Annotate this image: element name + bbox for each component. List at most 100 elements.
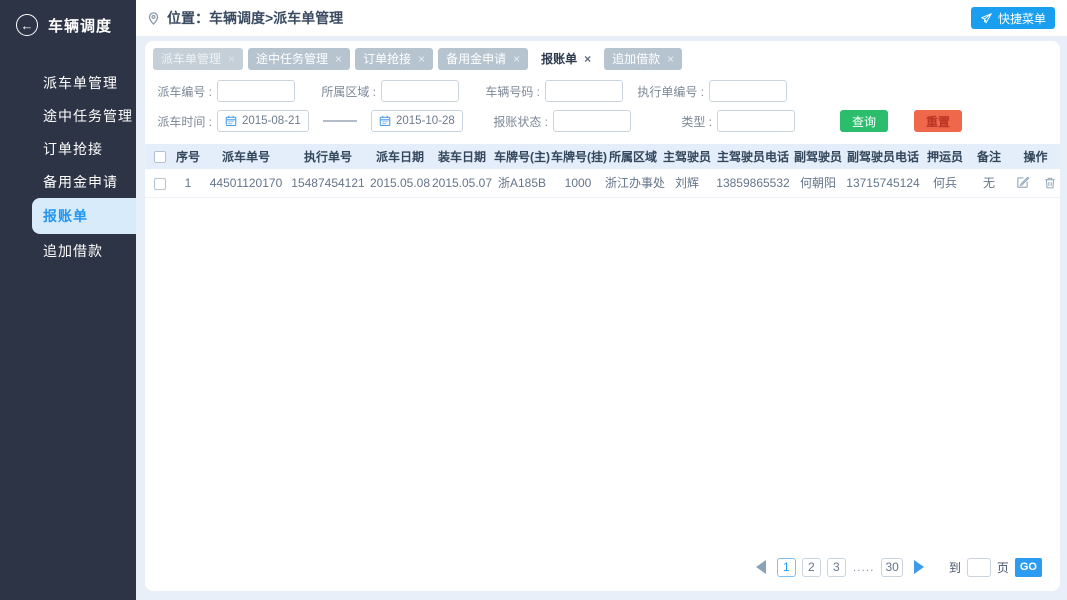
breadcrumb: 位置：车辆调度>派车单管理 (146, 8, 343, 28)
sidebar-item-additional-loan[interactable]: 追加借款 (0, 234, 136, 267)
status-label: 报账状态 : (493, 114, 548, 129)
cell-co-driver-phone: 13715745124 (843, 169, 923, 198)
sidebar-header: ← 车辆调度 (0, 0, 136, 36)
page-button-last[interactable]: 30 (881, 557, 903, 577)
tab-order-grab[interactable]: 订单抢接 × (355, 48, 434, 70)
page-unit-label: 页 (996, 560, 1009, 575)
region-label: 所属区域 : (321, 84, 376, 99)
sidebar-item-expense-report[interactable]: 报账单 (32, 198, 136, 234)
pagination: 1 2 3 ..... 30 到 页 GO (751, 557, 1042, 577)
next-icon (913, 560, 924, 574)
delete-icon[interactable] (1043, 176, 1057, 190)
cell-region: 浙江办事处 (605, 169, 665, 198)
filter-row-1: 派车编号 : 所属区域 : 车辆号码 : 执行单编号 : (145, 80, 1050, 102)
calendar-icon (225, 115, 237, 127)
close-icon[interactable]: × (667, 52, 674, 66)
tab-additional-loan[interactable]: 追加借款 × (604, 48, 683, 70)
page-button-1[interactable]: 1 (776, 557, 796, 577)
exec-no-input[interactable] (709, 80, 787, 102)
col-dispatch-date: 派车日期 (369, 144, 431, 169)
type-input[interactable] (717, 110, 795, 132)
close-icon[interactable]: × (418, 52, 425, 66)
quick-menu-button[interactable]: 快捷菜单 (970, 7, 1055, 29)
tab-label: 订单抢接 (363, 52, 412, 66)
tab-label: 途中任务管理 (256, 52, 329, 66)
col-driver-phone: 主驾驶员电话 (713, 144, 793, 169)
region-input[interactable] (381, 80, 459, 102)
close-icon[interactable]: × (584, 52, 591, 66)
col-operations: 操作 (1011, 144, 1060, 169)
date-to-picker[interactable]: 2015-10-28 (371, 110, 463, 132)
tab-label: 备用金申请 (446, 52, 507, 66)
row-checkbox[interactable] (154, 177, 166, 190)
prev-icon (755, 560, 766, 574)
date-to-value: 2015-10-28 (396, 115, 455, 127)
sidebar-item-dispatch-orders[interactable]: 派车单管理 (0, 66, 136, 99)
edit-icon[interactable] (1015, 175, 1030, 190)
location-pin-icon (146, 11, 161, 26)
dispatch-no-label: 派车编号 : (157, 84, 212, 99)
col-co-driver-phone: 副驾驶员电话 (843, 144, 923, 169)
go-button[interactable]: GO (1014, 557, 1042, 577)
content-panel: 派车单管理 × 途中任务管理 × 订单抢接 × 备用金申请 × 报账单 × 追加… (145, 41, 1060, 591)
search-button[interactable]: 查询 (839, 110, 888, 132)
col-dispatch-no: 派车单号 (205, 144, 287, 169)
col-remark: 备注 (967, 144, 1011, 169)
col-load-date: 装车日期 (431, 144, 493, 169)
table-row: 1 44501120170 15487454121 2015.05.08 201… (145, 169, 1060, 198)
select-all-checkbox[interactable] (154, 151, 166, 164)
results-table: 序号 派车单号 执行单号 派车日期 装车日期 车牌号(主) 车牌号(挂) 所属区… (145, 144, 1060, 198)
tab-expense-report[interactable]: 报账单 × (533, 48, 600, 70)
goto-page-input[interactable] (966, 557, 991, 577)
type-label: 类型 : (681, 114, 712, 129)
page-button-2[interactable]: 2 (801, 557, 821, 577)
filter-row-2: 派车时间 : 2015-08-21 2015-10-28 报账状态: 类型:… (145, 110, 1050, 132)
tab-label: 追加借款 (612, 52, 661, 66)
dispatch-no-input[interactable] (217, 80, 295, 102)
prev-page-button[interactable] (751, 557, 771, 577)
col-plate-trailer: 车牌号(挂) (551, 144, 607, 169)
cell-escort: 何兵 (923, 169, 967, 198)
tab-petty-cash[interactable]: 备用金申请 × (438, 48, 529, 70)
cell-exec-no: 15487454121 (287, 169, 369, 198)
page-button-3[interactable]: 3 (826, 557, 846, 577)
date-from-value: 2015-08-21 (242, 115, 301, 127)
vehicle-no-label: 车辆号码 : (485, 84, 540, 99)
close-icon[interactable]: × (335, 52, 342, 66)
col-region: 所属区域 (605, 144, 661, 169)
send-icon (980, 12, 993, 25)
date-range-separator (323, 120, 357, 122)
main-area: 位置：车辆调度>派车单管理 快捷菜单 派车单管理 × 途中任务管理 × 订单抢接 (136, 0, 1067, 600)
breadcrumb-text: 位置：车辆调度>派车单管理 (167, 10, 344, 26)
cell-co-driver: 何朝阳 (793, 169, 843, 198)
cell-plate-trailer: 1000 (551, 169, 605, 198)
back-arrow-icon: ← (20, 17, 34, 33)
cell-dispatch-date: 2015.05.08 (369, 169, 431, 198)
close-icon[interactable]: × (228, 52, 235, 66)
cell-driver-phone: 13859865532 (713, 169, 793, 198)
calendar-icon (379, 115, 391, 127)
tab-bar: 派车单管理 × 途中任务管理 × 订单抢接 × 备用金申请 × 报账单 × 追加… (145, 41, 1060, 70)
vehicle-no-input[interactable] (545, 80, 623, 102)
status-input[interactable] (553, 110, 631, 132)
cell-driver: 刘辉 (661, 169, 713, 198)
sidebar-nav: 派车单管理 途中任务管理 订单抢接 备用金申请 报账单 追加借款 (0, 66, 136, 267)
cell-remark: 无 (967, 169, 1011, 198)
cell-dispatch-no: 44501120170 (205, 169, 287, 198)
cell-load-date: 2015.05.07 (431, 169, 493, 198)
date-from-picker[interactable]: 2015-08-21 (217, 110, 309, 132)
tab-enroute-tasks[interactable]: 途中任务管理 × (248, 48, 351, 70)
cell-plate-main: 浙A185B (493, 169, 551, 198)
tab-dispatch-orders[interactable]: 派车单管理 × (153, 48, 244, 70)
quick-menu-label: 快捷菜单 (997, 11, 1046, 26)
col-plate-main: 车牌号(主) (493, 144, 551, 169)
next-page-button[interactable] (909, 557, 929, 577)
dispatch-time-label: 派车时间 : (157, 114, 212, 129)
sidebar-item-petty-cash[interactable]: 备用金申请 (0, 165, 136, 198)
sidebar-item-enroute-tasks[interactable]: 途中任务管理 (0, 99, 136, 132)
sidebar-item-order-grab[interactable]: 订单抢接 (0, 132, 136, 165)
reset-button[interactable]: 重置 (913, 110, 962, 132)
back-button[interactable]: ← (16, 14, 38, 36)
close-icon[interactable]: × (513, 52, 520, 66)
goto-label: 到 (948, 560, 961, 575)
